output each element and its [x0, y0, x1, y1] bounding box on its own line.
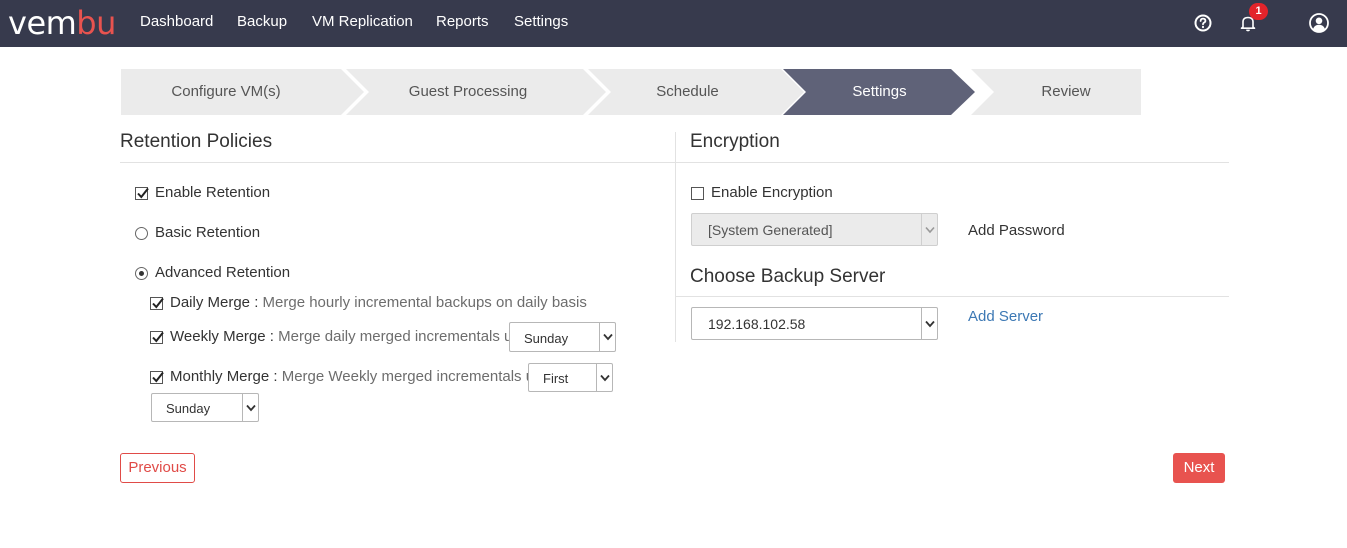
next-button[interactable]: Next [1173, 453, 1225, 483]
basic-retention-label: Basic Retention [155, 224, 261, 241]
retention-policies-title: Retention Policies [120, 131, 273, 152]
choose-backup-server-title: Choose Backup Server [690, 266, 886, 287]
checkmark-icon [137, 187, 149, 199]
vembu-logo[interactable]: vembu [8, 4, 116, 42]
checkmark-icon [152, 297, 164, 309]
monthly-merge-checkbox[interactable] [150, 371, 164, 384]
advanced-retention-label: Advanced Retention [155, 264, 291, 281]
backup-server-value: 192.168.102.58 [708, 316, 806, 332]
step-settings[interactable]: Settings [796, 69, 963, 115]
weekly-day-select[interactable]: Sunday [509, 322, 616, 352]
wizard-steps: Configure VM(s) Guest Processing Schedul… [121, 69, 1141, 115]
checkmark-icon [152, 331, 164, 343]
nav-backup[interactable]: Backup [237, 13, 287, 30]
add-password-label: Add Password [968, 222, 1065, 239]
checkmark-icon [152, 371, 164, 383]
step-schedule[interactable]: Schedule [599, 69, 776, 115]
chevron-down-icon [921, 308, 937, 339]
add-server-link[interactable]: Add Server [968, 308, 1043, 325]
monthly-merge-desc: Merge Weekly merged incrementals upto [277, 368, 555, 385]
advanced-retention-radio[interactable] [135, 267, 148, 280]
weekly-day-value: Sunday [524, 331, 569, 346]
top-navbar: vembu Dashboard Backup VM Replication Re… [0, 0, 1347, 47]
nav-settings[interactable]: Settings [514, 13, 568, 30]
step-configure-vms[interactable]: Configure VM(s) [121, 69, 331, 115]
enable-retention-label: Enable Retention [155, 184, 271, 201]
chevron-down-icon [599, 323, 615, 351]
weekly-merge-label: Weekly Merge : Merge daily merged increm… [170, 328, 533, 345]
chevron-down-icon [596, 364, 612, 391]
previous-button[interactable]: Previous [120, 453, 195, 483]
basic-retention-radio[interactable] [135, 227, 148, 240]
nav-reports[interactable]: Reports [436, 13, 489, 30]
user-icon[interactable] [1307, 11, 1331, 35]
daily-merge-name: Daily Merge : [170, 294, 259, 311]
radio-selected-dot [139, 271, 144, 276]
help-icon[interactable] [1191, 11, 1215, 35]
monthly-day-value: Sunday [166, 401, 211, 416]
monthly-merge-label: Monthly Merge : Merge Weekly merged incr… [170, 368, 555, 385]
nav-dashboard[interactable]: Dashboard [140, 13, 213, 30]
password-mode-value: [System Generated] [708, 222, 833, 238]
encryption-title: Encryption [690, 131, 780, 152]
nav-vm-replication[interactable]: VM Replication [312, 13, 413, 30]
weekly-merge-desc: Merge daily merged incrementals upto [273, 328, 534, 345]
retention-divider [120, 162, 676, 163]
chevron-down-icon [242, 394, 258, 421]
encryption-divider [676, 162, 1229, 163]
daily-merge-desc: Merge hourly incremental backups on dail… [258, 294, 587, 311]
weekly-merge-checkbox[interactable] [150, 331, 164, 344]
weekly-merge-name: Weekly Merge : [170, 328, 274, 345]
daily-merge-checkbox[interactable] [150, 297, 164, 310]
password-mode-select: [System Generated] [691, 213, 938, 246]
step-guest-processing[interactable]: Guest Processing [359, 69, 577, 115]
monthly-week-select[interactable]: First [528, 363, 613, 392]
notification-badge: 1 [1249, 3, 1268, 20]
step-review[interactable]: Review [986, 69, 1146, 115]
backup-server-divider [676, 296, 1229, 297]
enable-encryption-checkbox[interactable] [691, 187, 704, 200]
monthly-day-select[interactable]: Sunday [151, 393, 259, 422]
monthly-merge-name: Monthly Merge : [170, 368, 278, 385]
enable-encryption-label: Enable Encryption [711, 184, 833, 201]
column-divider [675, 132, 676, 342]
backup-server-select[interactable]: 192.168.102.58 [691, 307, 938, 340]
monthly-week-value: First [543, 371, 569, 386]
enable-retention-checkbox[interactable] [135, 187, 149, 200]
chevron-down-icon [921, 214, 937, 245]
daily-merge-label: Daily Merge : Merge hourly incremental b… [170, 294, 587, 311]
